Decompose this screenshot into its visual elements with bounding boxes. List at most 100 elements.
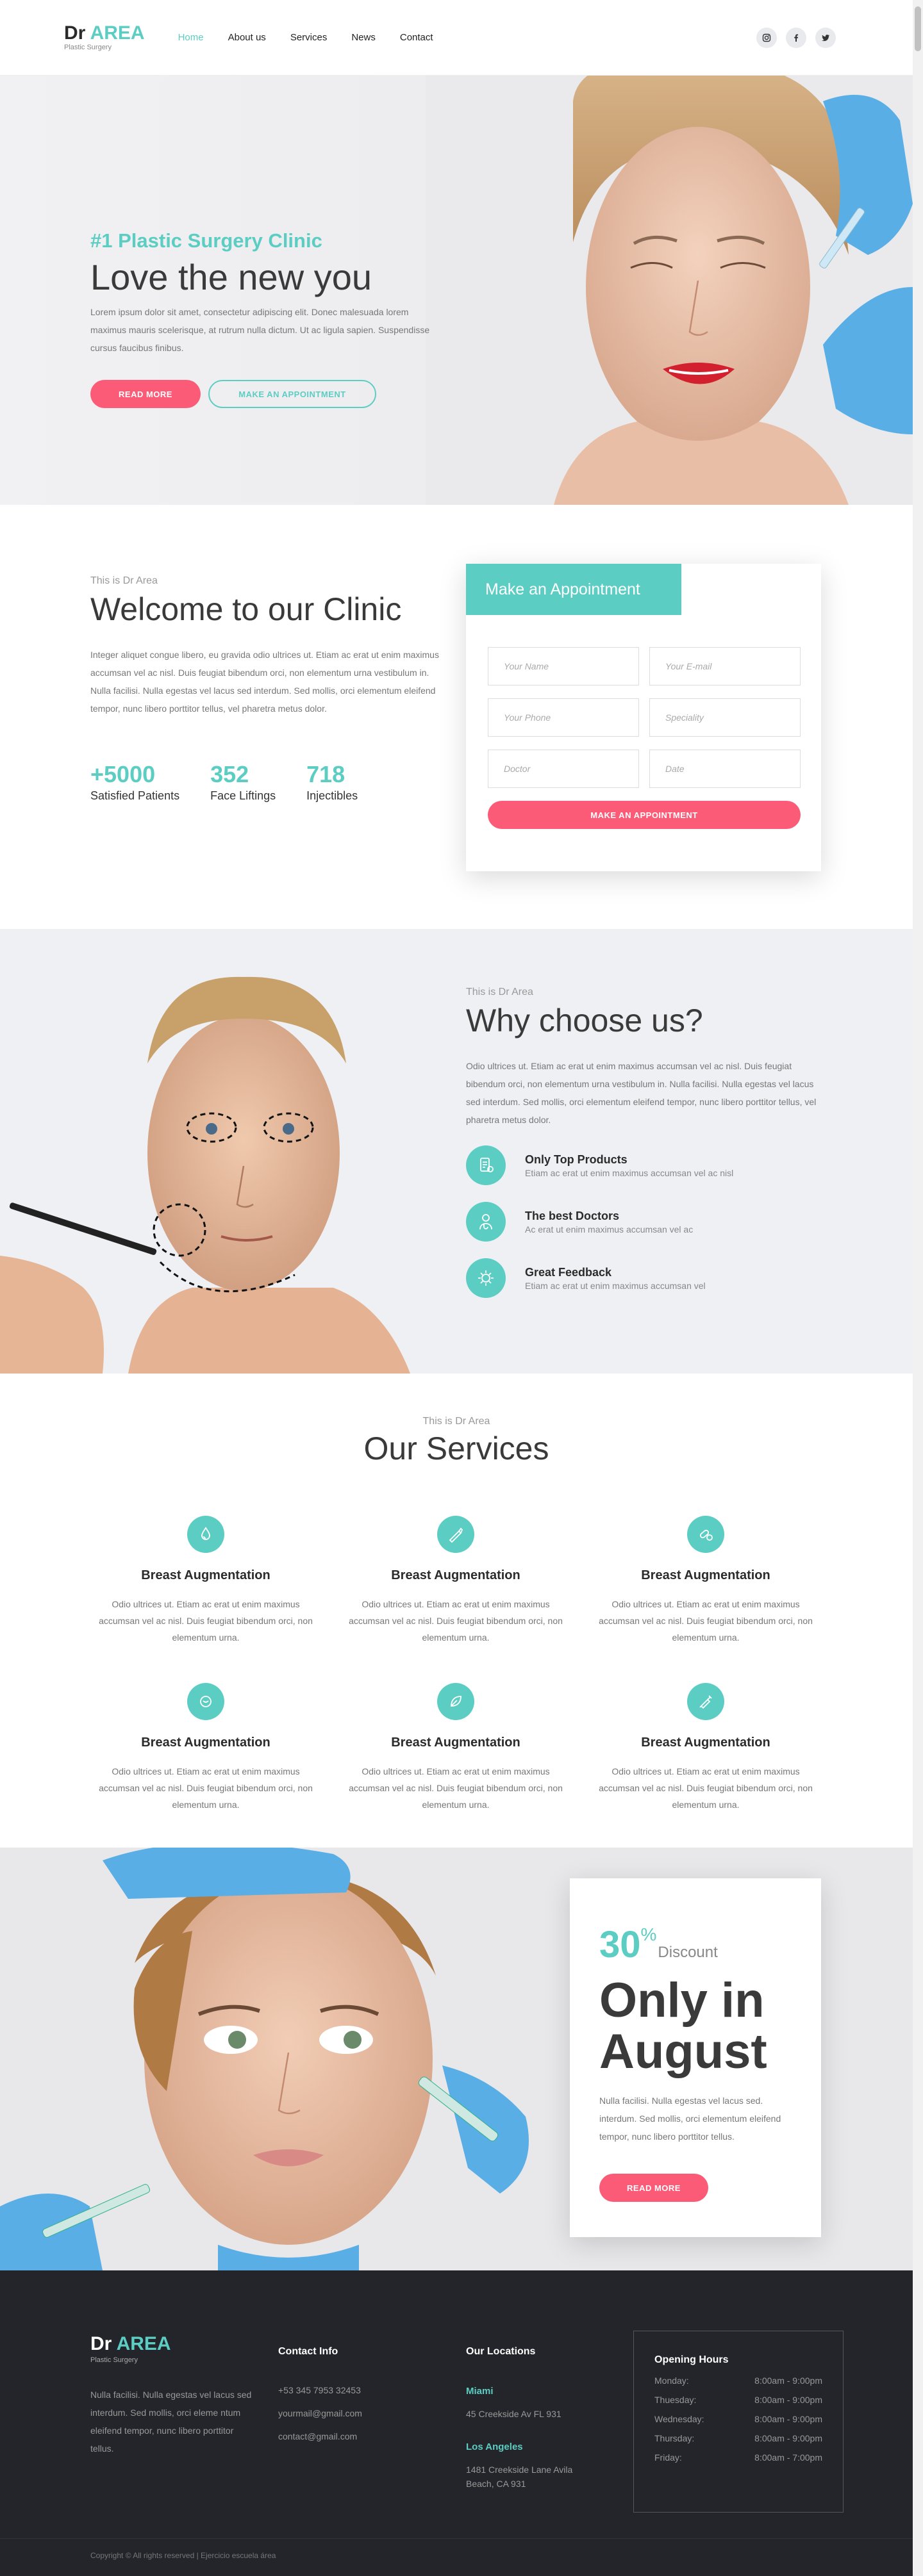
service-card[interactable]: Breast Augmentation Odio ultrices ut. Et… (331, 1683, 581, 1813)
submit-appointment-button[interactable]: MAKE AN APPOINTMENT (488, 801, 801, 829)
hours-row: Friday: 8:00am - 7:00pm (654, 2453, 822, 2462)
phone-field[interactable] (488, 698, 639, 737)
promo-card: 30 % Discount Only in August Nulla facil… (570, 1878, 821, 2237)
service-title: Breast Augmentation (391, 1735, 520, 1750)
service-title: Breast Augmentation (641, 1735, 770, 1750)
hours-row: Wednesday: 8:00am - 9:00pm (654, 2415, 822, 2424)
promo-title: Only in August (599, 1973, 767, 2079)
hours-row: Monday: 8:00am - 9:00pm (654, 2376, 822, 2385)
stat-number: 352 (210, 761, 249, 787)
feedback-icon (466, 1258, 506, 1298)
service-card[interactable]: Breast Augmentation Odio ultrices ut. Et… (331, 1516, 581, 1646)
nav-services[interactable]: Services (290, 32, 328, 43)
speciality-field[interactable] (649, 698, 801, 737)
promo-read-more-button[interactable]: READ MORE (599, 2174, 708, 2202)
hero-woman-image (426, 76, 913, 505)
logo[interactable]: Dr AREA Plastic Surgery (64, 24, 145, 51)
scalpel-icon (437, 1516, 474, 1553)
hours-day: Thursday: (654, 2433, 695, 2443)
why-label: This is Dr Area (466, 987, 533, 997)
service-title: Breast Augmentation (391, 1568, 520, 1582)
stat-face-liftings: 352 Face Liftings (210, 761, 276, 803)
why-body: Odio ultrices ut. Etiam ac erat ut enim … (466, 1061, 817, 1125)
nav-news[interactable]: News (351, 32, 376, 43)
stat-label: Face Liftings (210, 789, 276, 802)
contact-phone[interactable]: +53 345 7953 32453 (278, 2386, 362, 2395)
service-desc: Odio ultrices ut. Etiam ac erat ut enim … (99, 1599, 313, 1643)
hero-section: #1 Plastic Surgery Clinic Love the new y… (0, 76, 913, 505)
doctor-icon (466, 1202, 506, 1242)
hours-title: Opening Hours (654, 2354, 729, 2365)
appointment-title: Make an Appointment (466, 564, 681, 615)
welcome-title: Welcome to our Clinic (90, 591, 402, 627)
service-card[interactable]: Breast Augmentation Odio ultrices ut. Et… (581, 1683, 831, 1813)
stat-label: Injectibles (306, 789, 358, 802)
twitter-icon[interactable] (815, 27, 836, 48)
contact-title: Contact Info (278, 2346, 338, 2357)
hours-day: Friday: (654, 2452, 682, 2463)
contact-email-2[interactable]: contact@gmail.com (278, 2432, 362, 2441)
date-field[interactable] (649, 750, 801, 788)
make-appointment-button[interactable]: MAKE AN APPOINTMENT (208, 380, 376, 408)
service-card[interactable]: Breast Augmentation Odio ultrices ut. Et… (81, 1516, 331, 1646)
nav-about[interactable]: About us (228, 32, 266, 43)
welcome-body: Integer aliquet congue libero, eu gravid… (90, 650, 439, 714)
footer-contact: Contact Info +53 345 7953 32453 yourmail… (278, 2342, 362, 2441)
services-title: Our Services (363, 1431, 549, 1466)
nav-contact[interactable]: Contact (400, 32, 433, 43)
stat-number: +5000 (90, 761, 156, 787)
site-footer: Dr AREA Plastic Surgery Nulla facilisi. … (0, 2270, 913, 2576)
nav-home[interactable]: Home (178, 32, 204, 43)
drop-icon (187, 1516, 224, 1553)
service-desc: Odio ultrices ut. Etiam ac erat ut enim … (599, 1766, 813, 1810)
services-label: This is Dr Area (422, 1416, 490, 1427)
hours-row: Thursday: 8:00am - 9:00pm (654, 2434, 822, 2443)
hours-time: 8:00am - 9:00pm (754, 2414, 822, 2424)
page: Dr AREA Plastic Surgery Home About us Se… (0, 0, 923, 2576)
feature-desc: Etiam ac erat ut enim maximus accumsan v… (525, 1280, 706, 1291)
leaf-icon (437, 1683, 474, 1720)
discount-percent-symbol: % (640, 1924, 657, 1944)
email-field[interactable] (649, 647, 801, 685)
hours-time: 8:00am - 9:00pm (754, 2433, 822, 2443)
welcome-label: This is Dr Area (90, 575, 158, 586)
scrollbar[interactable] (913, 0, 923, 2576)
pills-icon (687, 1516, 724, 1553)
instagram-icon[interactable] (756, 27, 777, 48)
footer-logo[interactable]: Dr AREA Plastic Surgery (90, 2333, 258, 2364)
read-more-button[interactable]: READ MORE (90, 380, 201, 408)
contact-email[interactable]: yourmail@gmail.com (278, 2409, 362, 2418)
hero-title: Love the new you (90, 257, 372, 297)
footer-divider (0, 2538, 913, 2539)
copyright: Copyright © All rights reserved | Ejerci… (90, 2551, 276, 2560)
service-title: Breast Augmentation (141, 1735, 270, 1750)
service-card[interactable]: Breast Augmentation Odio ultrices ut. Et… (581, 1516, 831, 1646)
footer-logo-accent: AREA (116, 2333, 171, 2354)
products-icon (466, 1145, 506, 1185)
hours-time: 8:00am - 7:00pm (754, 2452, 822, 2463)
name-field[interactable] (488, 647, 639, 685)
facebook-icon[interactable] (786, 27, 806, 48)
service-desc: Odio ultrices ut. Etiam ac erat ut enim … (599, 1599, 813, 1643)
discount-label: Discount (658, 1944, 718, 1961)
doctor-field[interactable] (488, 750, 639, 788)
discount-percent: 30 (599, 1924, 641, 1965)
site-header: Dr AREA Plastic Surgery Home About us Se… (0, 0, 913, 76)
service-title: Breast Augmentation (141, 1568, 270, 1582)
service-card[interactable]: Breast Augmentation Odio ultrices ut. Et… (81, 1683, 331, 1813)
footer-about: Dr AREA Plastic Surgery Nulla facilisi. … (90, 2333, 258, 2457)
footer-about-text: Nulla facilisi. Nulla egestas vel lacus … (90, 2390, 252, 2454)
hours-time: 8:00am - 9:00pm (754, 2395, 822, 2405)
man-face-markings-image (0, 929, 449, 1374)
feature-great-feedback: Great Feedback Etiam ac erat ut enim max… (466, 1258, 825, 1298)
location-city: Los Angeles (466, 2441, 523, 2452)
location-city: Miami (466, 2386, 494, 2397)
location-address: 1481 Creekside Lane Avila Beach, CA 931 (466, 2465, 573, 2489)
feature-title: The best Doctors (525, 1209, 620, 1222)
logo-main: Dr (64, 22, 90, 44)
syringe-icon (687, 1683, 724, 1720)
promo-section: 30 % Discount Only in August Nulla facil… (0, 1848, 913, 2270)
service-title: Breast Augmentation (641, 1568, 770, 1582)
why-title: Why choose us? (466, 1003, 703, 1038)
feature-best-doctors: The best Doctors Ac erat ut enim maximus… (466, 1202, 825, 1242)
